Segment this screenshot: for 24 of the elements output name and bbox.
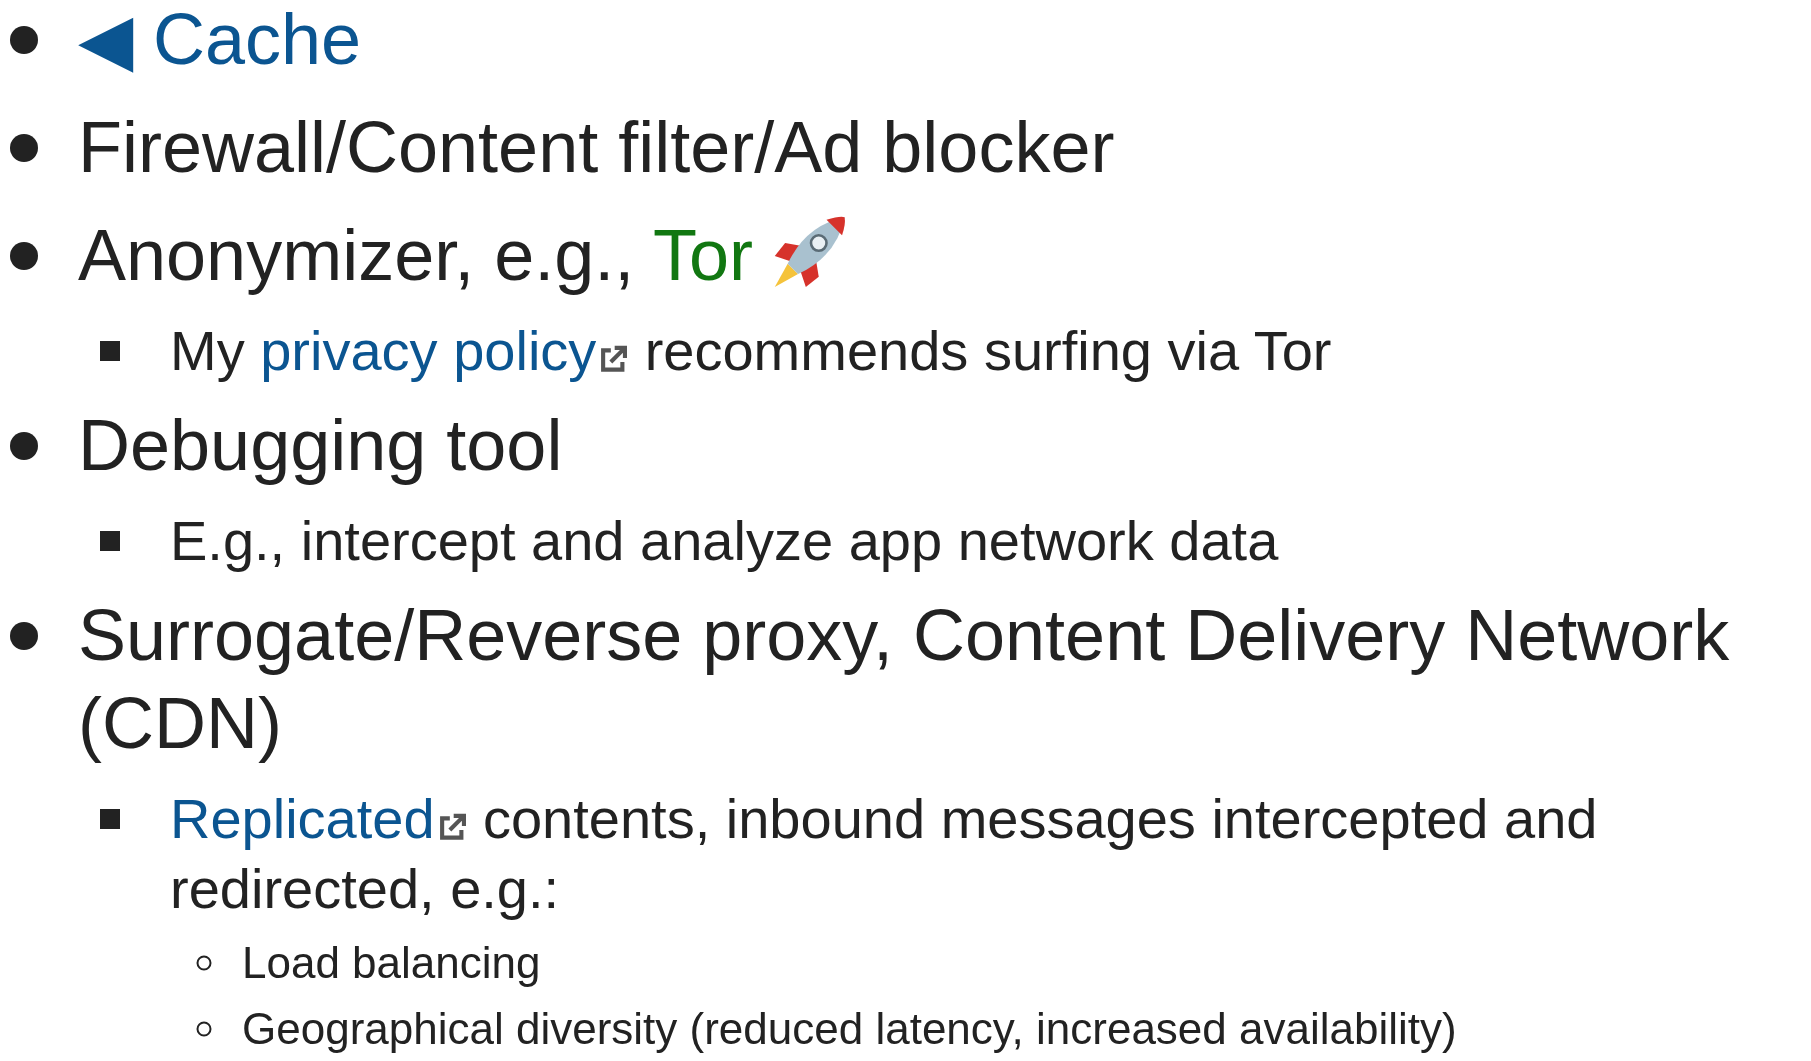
link[interactable]: Replicated — [170, 786, 435, 850]
list-item-text: E.g., intercept and analyze app network data — [170, 508, 1279, 575]
list-item-text: Surrogate/Reverse proxy, Content Delivery Network (CDN) — [78, 594, 1731, 766]
list-item-text: Replicated contents, inbound messages intercepted and redirected, e.g.: — [170, 785, 1599, 922]
link[interactable]: ◀ Cache — [78, 0, 362, 79]
list-item-text: Anonymizer, e.g., Tor — [78, 212, 851, 301]
list-item-text: Debugging tool — [78, 404, 563, 488]
bullet-icon — [10, 134, 38, 162]
link[interactable]: Tor — [653, 215, 753, 296]
bullet-icon — [100, 808, 120, 829]
list-item-text: My privacy policy recommends surfing via Tor — [170, 318, 1332, 385]
link[interactable]: privacy policy — [260, 319, 597, 383]
bullet-icon — [10, 432, 38, 461]
external-link-icon — [598, 343, 630, 375]
bullet-icon — [100, 531, 120, 552]
list-item-text: Geographical diversity (reduced latency, increased availability) — [242, 1002, 1457, 1055]
bullet-icon — [10, 622, 38, 651]
bullet-icon — [100, 341, 120, 362]
bullet-icon — [10, 242, 38, 270]
bullet-icon — [10, 26, 38, 54]
bullet-icon — [196, 1020, 212, 1037]
list-item-text: Firewall/Content filter/Ad blocker — [78, 106, 1115, 189]
list-item-text: Load balancing — [242, 936, 541, 989]
bullet-icon — [196, 954, 212, 971]
